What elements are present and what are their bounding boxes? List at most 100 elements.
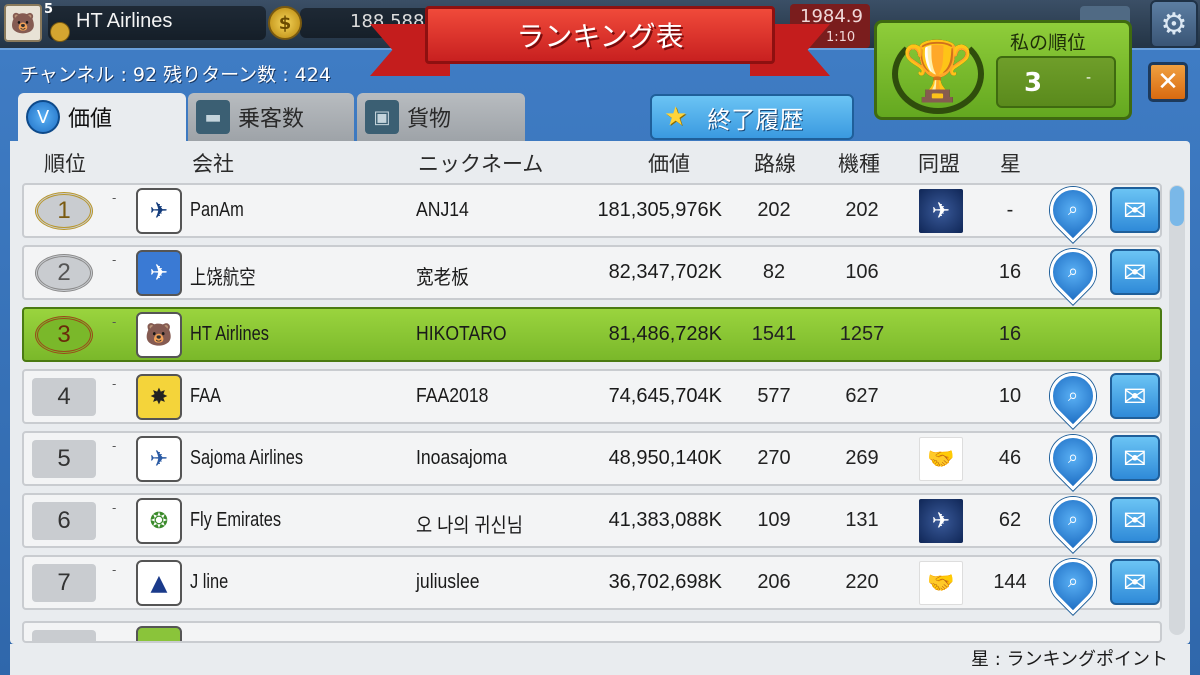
mail-button[interactable]: ✉ [1110, 497, 1160, 543]
close-button[interactable]: ✕ [1148, 62, 1188, 102]
airline-logo-icon: ✈ [136, 188, 182, 234]
airline-logo-icon: ▲ [136, 560, 182, 606]
alliance-handshake-icon[interactable]: 🤝 [919, 437, 963, 481]
table-row-partial[interactable] [22, 621, 1162, 643]
company-value: 48,950,140K [608, 447, 722, 469]
mail-button[interactable]: ✉ [1110, 373, 1160, 419]
nickname: 오 나의 귀신님 [416, 515, 523, 537]
routes-count: 82 [762, 261, 786, 283]
rank-change: - [112, 191, 117, 205]
routes-count: 206 [757, 571, 791, 593]
tab-cargo-label: 貨物 [407, 107, 452, 132]
airline-logo-icon [136, 626, 182, 641]
rank-change: - [112, 315, 117, 329]
table-row[interactable]: 4 - ✸ FAA FAA2018 74,645,704K 577 627 10… [22, 363, 1162, 429]
company-name: Sajoma Airlines [190, 447, 304, 469]
player-avatar[interactable]: 🐻 [4, 4, 42, 42]
airline-logo-icon: 🐻 [136, 312, 182, 358]
table-row[interactable]: 2 - ✈ 上饶航空 宽老板 82,347,702K 82 106 16 ⌕ ✉ [22, 239, 1162, 305]
tab-cargo[interactable]: ▣ 貨物 [357, 93, 525, 141]
gear-icon[interactable]: ⚙ [1150, 0, 1198, 48]
tab-value[interactable]: V 価値 [18, 93, 186, 141]
company-value: 81,486,728K [608, 323, 722, 345]
view-profile-button[interactable]: ⌕ [1040, 177, 1106, 243]
nickname: ANJ14 [416, 199, 469, 221]
nickname: Inoasajoma [416, 447, 507, 469]
col-rank: 順位 [44, 152, 86, 176]
cargo-box-icon: ▣ [365, 100, 399, 134]
airline-logo-icon: ✈ [136, 436, 182, 482]
routes-count: 577 [757, 385, 791, 407]
rank-badge: 2 [35, 254, 93, 292]
company-value: 36,702,698K [608, 571, 722, 593]
company-value: 41,383,088K [608, 509, 722, 531]
footer-note: 星 : ランキングポイント [971, 649, 1168, 670]
alliance-compass-icon[interactable]: ✈ [919, 499, 963, 543]
alliance-handshake-icon[interactable]: 🤝 [919, 561, 963, 605]
tab-value-label: 価値 [68, 107, 113, 132]
stars-value: 46 [998, 447, 1022, 469]
col-company: 会社 [192, 152, 234, 176]
my-rank-box [996, 56, 1116, 108]
table-row[interactable]: 1 - ✈ PanAm ANJ14 181,305,976K 202 202 ✈… [22, 177, 1162, 243]
view-profile-button[interactable]: ⌕ [1040, 549, 1106, 615]
company-name: Fly Emirates [190, 509, 282, 531]
scrollbar-thumb[interactable] [1170, 186, 1184, 226]
company-value: 82,347,702K [608, 261, 722, 283]
seat-icon: ▬ [196, 100, 230, 134]
airline-logo-icon: ✈ [136, 250, 182, 296]
my-rank-label: 私の順位 [1010, 32, 1087, 54]
view-profile-button[interactable]: ⌕ [1040, 487, 1106, 553]
stars-value: 10 [998, 385, 1022, 407]
game-time: 1:10 [826, 30, 856, 45]
mail-button[interactable]: ✉ [1110, 187, 1160, 233]
planes-count: 627 [845, 385, 879, 407]
tab-passengers[interactable]: ▬ 乗客数 [188, 93, 354, 141]
rank-badge: 5 [32, 440, 96, 478]
col-routes: 路線 [754, 152, 796, 176]
star-icon: ★ [664, 102, 688, 132]
view-profile-button[interactable]: ⌕ [1040, 363, 1106, 429]
airline-logo-icon: ❂ [136, 498, 182, 544]
coin-icon: $ [268, 6, 302, 40]
end-history-label: 終了履歴 [707, 105, 804, 134]
airline-name: HT Airlines [76, 10, 173, 32]
view-profile-button[interactable]: ⌕ [1040, 425, 1106, 491]
player-level: 5 [44, 2, 54, 17]
planes-count: 220 [845, 571, 879, 593]
table-row[interactable]: 7 - ▲ J line juliuslee 36,702,698K 206 2… [22, 549, 1162, 615]
channel-info: チャンネル : 92 残りターン数 : 424 [20, 64, 331, 86]
v-value-icon: V [26, 100, 60, 134]
end-history-button[interactable]: ★ 終了履歴 [650, 94, 854, 140]
mail-button[interactable]: ✉ [1110, 249, 1160, 295]
view-profile-button[interactable]: ⌕ [1040, 239, 1106, 305]
rank-change: - [112, 253, 117, 267]
nickname: 宽老板 [416, 267, 469, 289]
routes-count: 270 [757, 447, 791, 469]
ranking-title: ランキング表 [425, 6, 775, 64]
company-value: 181,305,976K [597, 199, 722, 221]
stars-value: - [1006, 199, 1014, 221]
col-stars: 星 [1000, 152, 1021, 176]
medal-icon [50, 22, 70, 42]
rank-badge: 6 [32, 502, 96, 540]
airline-logo-icon: ✸ [136, 374, 182, 420]
routes-count: 202 [757, 199, 791, 221]
mail-button[interactable]: ✉ [1110, 435, 1160, 481]
rank-badge [32, 630, 96, 641]
planes-count: 1257 [839, 323, 885, 345]
planes-count: 202 [845, 199, 879, 221]
mail-button[interactable]: ✉ [1110, 559, 1160, 605]
scrollbar-track[interactable] [1169, 185, 1185, 635]
table-row[interactable]: 6 - ❂ Fly Emirates 오 나의 귀신님 41,383,088K … [22, 487, 1162, 553]
rank-badge: 4 [32, 378, 96, 416]
tab-passengers-label: 乗客数 [238, 107, 305, 132]
table-row[interactable]: 5 - ✈ Sajoma Airlines Inoasajoma 48,950,… [22, 425, 1162, 491]
alliance-compass-icon[interactable]: ✈ [919, 189, 963, 233]
company-name: PanAm [190, 199, 244, 221]
company-value: 74,645,704K [608, 385, 722, 407]
nickname: FAA2018 [416, 385, 489, 407]
planes-count: 106 [845, 261, 879, 283]
stars-value: 144 [993, 571, 1027, 593]
table-row-mine[interactable]: 3 - 🐻 HT Airlines HIKOTARO 81,486,728K 1… [22, 307, 1162, 362]
